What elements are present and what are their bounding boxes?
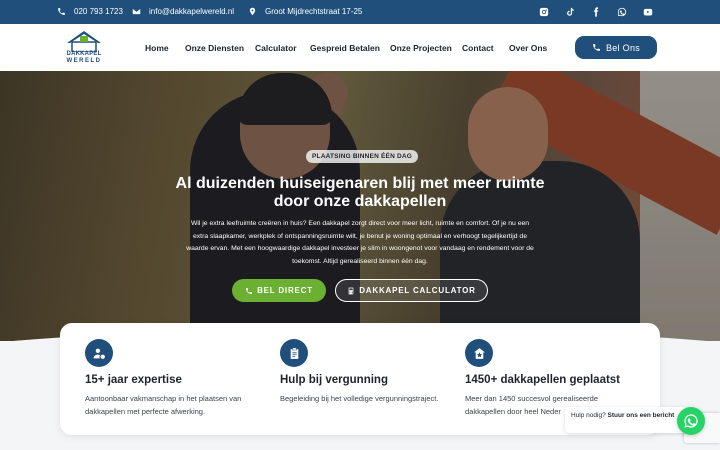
phone-icon (593, 44, 600, 51)
facebook-icon[interactable] (589, 5, 602, 18)
site-header: DAKKAPEL WERELD Home Onze Diensten Calcu… (0, 24, 720, 71)
bel-direct-button[interactable]: BEL DIRECT (232, 279, 326, 302)
nav-onze-projecten[interactable]: Onze Projecten (390, 43, 452, 53)
calculator-icon (348, 287, 354, 294)
whatsapp-bubble-prefix: Hulp nodig? (571, 412, 606, 419)
house-logo-icon (67, 31, 101, 53)
bel-direct-label: BEL DIRECT (257, 286, 313, 295)
feature-title: 1450+ dakkapellen geplaatst (465, 374, 621, 386)
nav-contact[interactable]: Contact (462, 43, 494, 53)
user-gear-icon (85, 339, 113, 367)
bel-ons-button[interactable]: Bel Ons (575, 36, 657, 59)
hero-text: Wil je extra leefruimte creëren in huis?… (186, 220, 534, 265)
logo[interactable]: DAKKAPEL WERELD (64, 30, 104, 66)
tiktok-icon[interactable] (563, 5, 576, 18)
topbar-address-text: Groot Mijdrechtstraat 17-25 (265, 7, 363, 16)
bel-ons-label: Bel Ons (605, 42, 641, 53)
nav-gespreid-betalen[interactable]: Gespreid Betalen (310, 43, 380, 53)
location-pin-icon (249, 7, 256, 16)
house-star-icon (465, 339, 493, 367)
topbar-phone-text: 020 793 1723 (74, 7, 123, 16)
top-bar: 020 793 1723 info@dakkapelwereld.nl Groo… (0, 0, 720, 24)
mail-icon (132, 8, 141, 15)
feature-description: Begeleiding bij het volledige vergunning… (280, 394, 439, 403)
feature-description: Aantoonbaar vakmanschap in het plaatsen … (85, 394, 242, 416)
logo-line2: WERELD (66, 58, 102, 64)
whatsapp-chat-button[interactable] (677, 407, 705, 435)
topbar-phone[interactable]: 020 793 1723 (57, 7, 123, 16)
nav-over-ons[interactable]: Over Ons (509, 43, 547, 53)
whatsapp-icon[interactable] (615, 5, 628, 18)
topbar-email[interactable]: info@dakkapelwereld.nl (132, 7, 234, 16)
nav-calculator[interactable]: Calculator (255, 43, 297, 53)
social-links (537, 5, 654, 18)
clipboard-icon (280, 339, 308, 367)
topbar-address[interactable]: Groot Mijdrechtstraat 17-25 (248, 7, 362, 16)
youtube-icon[interactable] (641, 5, 654, 18)
nav-onze-diensten[interactable]: Onze Diensten (185, 43, 244, 53)
whatsapp-bubble-bold: Stuur ons een bericht (607, 412, 675, 419)
instagram-icon[interactable] (537, 5, 550, 18)
hero-badge: PLAATSING BINNEN ÉÉN DAG (306, 150, 419, 163)
phone-icon (246, 287, 253, 294)
feature-title: 15+ jaar expertise (85, 374, 182, 386)
feature-expertise: 15+ jaar expertise Aantoonbaar vakmansch… (85, 339, 260, 418)
hero-title: Al duizenden huiseigenaren blij met meer… (175, 175, 545, 210)
phone-icon (58, 8, 65, 15)
whatsapp-chat-bubble[interactable]: Hulp nodig? Stuur ons een bericht (565, 407, 687, 433)
whatsapp-icon (684, 414, 698, 428)
hero-section: PLAATSING BINNEN ÉÉN DAG Al duizenden hu… (0, 71, 720, 341)
nav-home[interactable]: Home (145, 43, 169, 53)
topbar-email-text: info@dakkapelwereld.nl (149, 7, 235, 16)
logo-line1: DAKKAPEL (66, 51, 102, 57)
dakkapel-calculator-button[interactable]: DAKKAPEL CALCULATOR (335, 279, 488, 302)
feature-title: Hulp bij vergunning (280, 374, 388, 386)
feature-vergunning: Hulp bij vergunning Begeleiding bij het … (280, 339, 455, 405)
dakkapel-calculator-label: DAKKAPEL CALCULATOR (359, 286, 476, 295)
logo-text: DAKKAPEL WERELD (64, 51, 104, 65)
